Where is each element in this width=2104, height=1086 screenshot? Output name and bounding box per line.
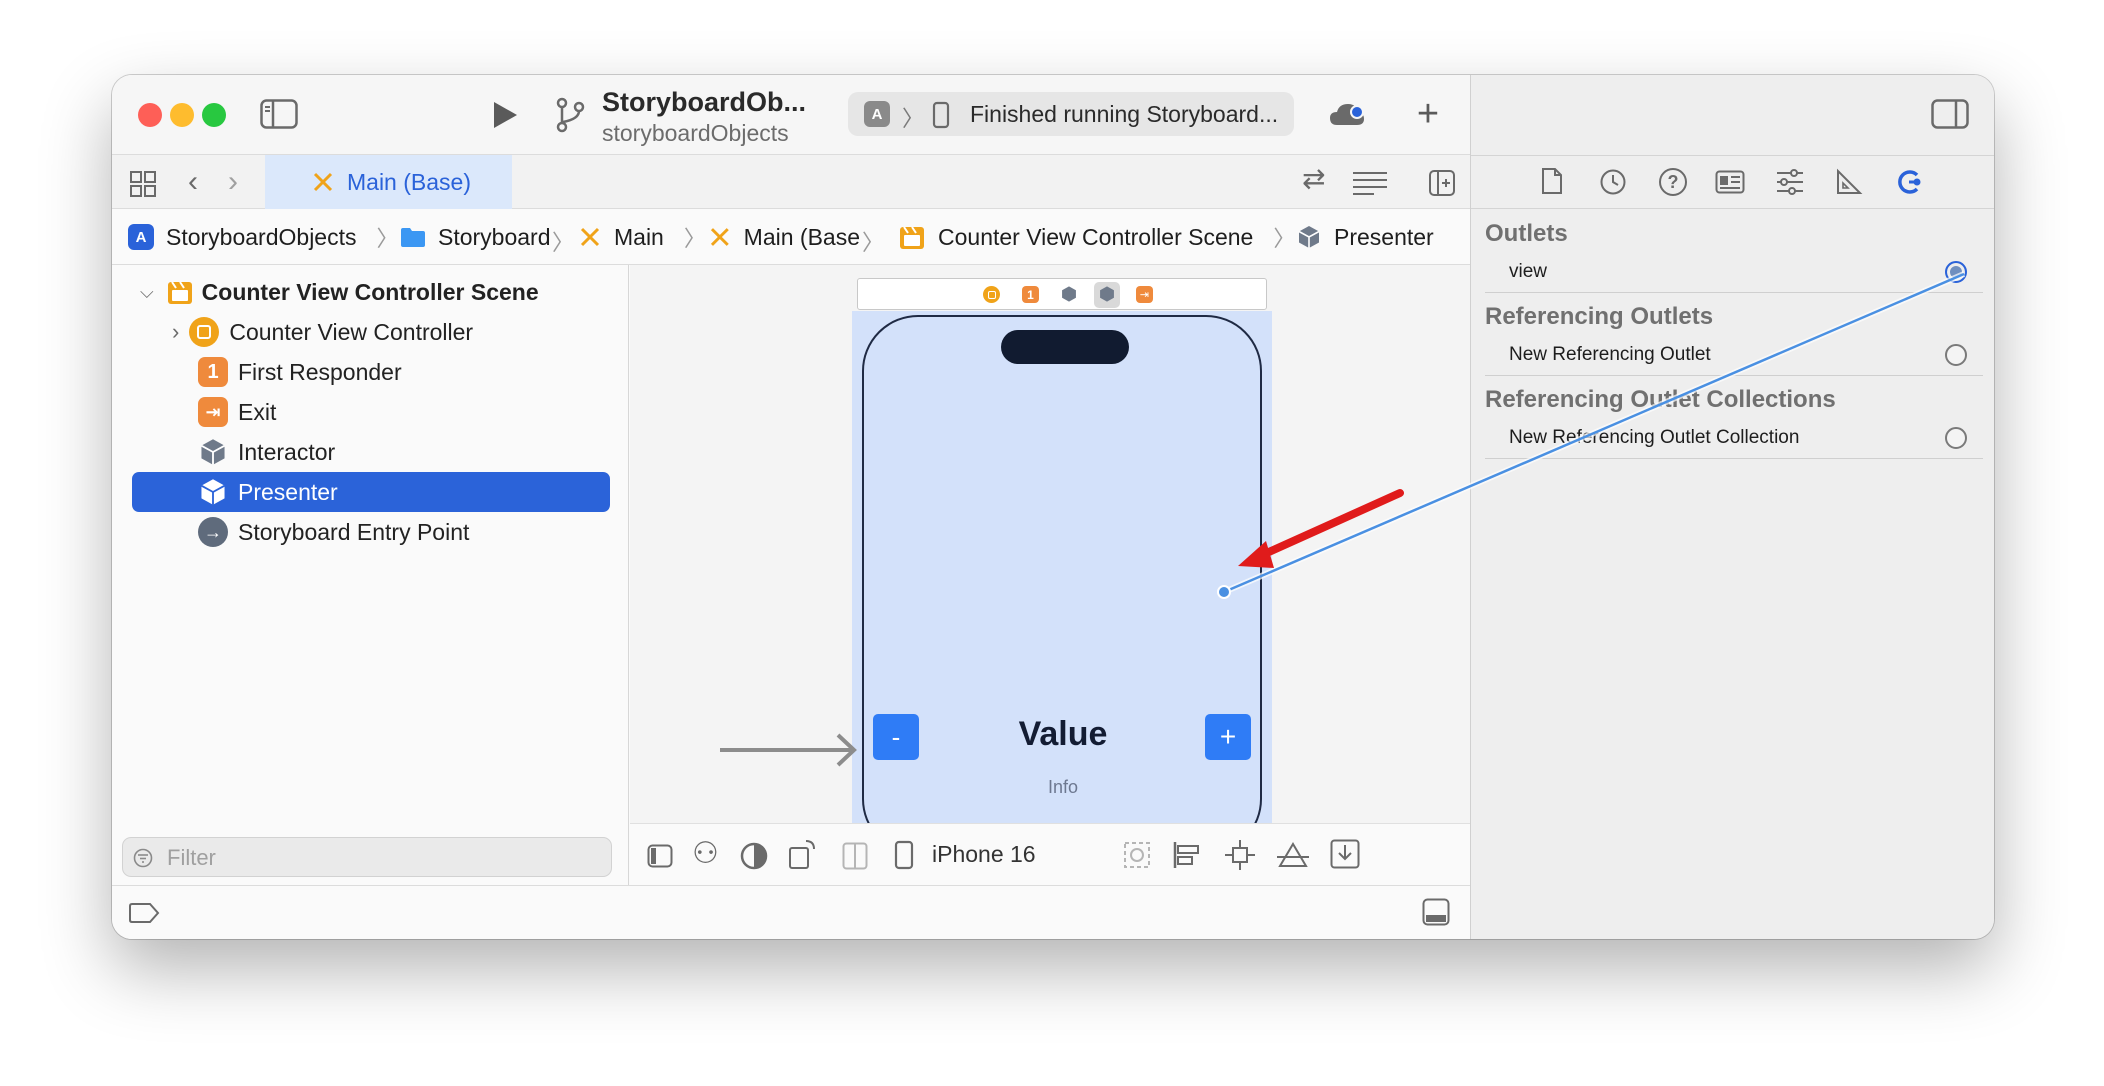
red-arrow-head-icon <box>1238 541 1274 568</box>
connection-overlay <box>1217 271 1966 599</box>
outlet-connection-line <box>1223 272 1965 594</box>
connection-endpoint-dot <box>1217 585 1231 599</box>
xcode-window: StoryboardOb... storyboardObjects A 〉 Fi… <box>112 75 1994 939</box>
